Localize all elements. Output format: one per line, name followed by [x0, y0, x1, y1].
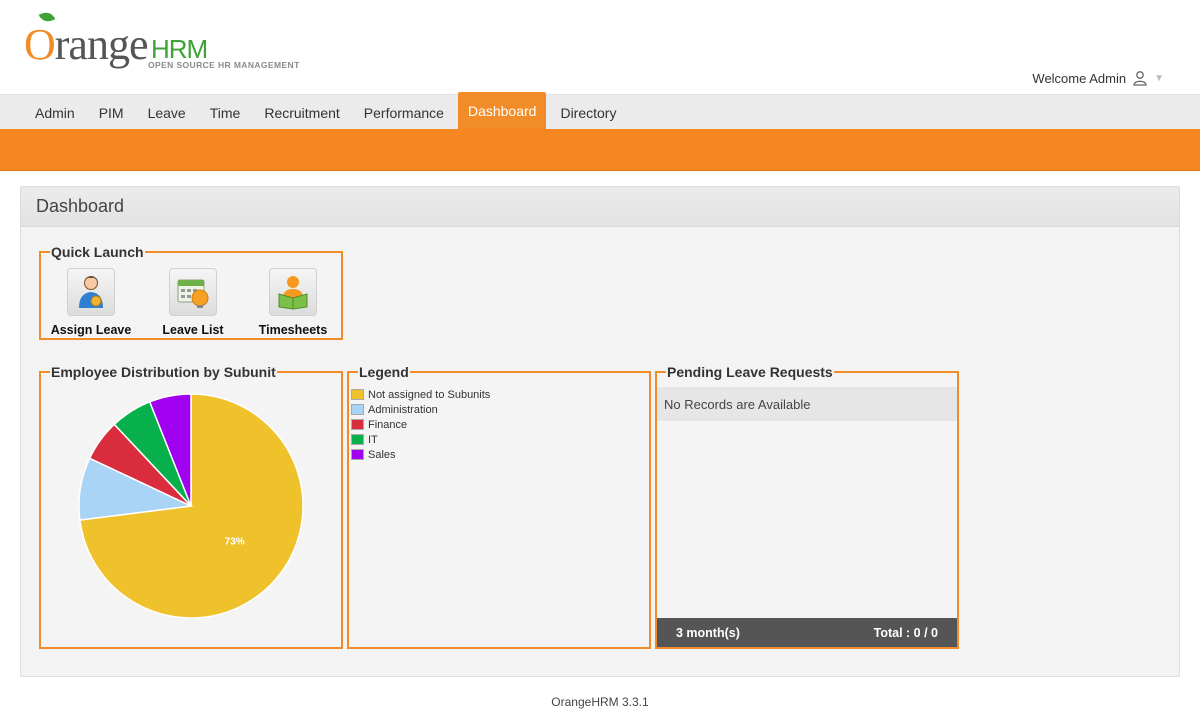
menu-performance[interactable]: Performance: [352, 95, 456, 130]
legend-label: Administration: [368, 403, 438, 416]
page-title: Dashboard: [21, 187, 1179, 227]
user-icon[interactable]: [1132, 70, 1148, 86]
legend-label: Sales: [368, 448, 396, 461]
pending-leave-title: Pending Leave Requests: [667, 364, 833, 380]
legend-item: IT: [351, 432, 490, 447]
legend-label: Not assigned to Subunits: [368, 388, 491, 401]
logo-wordmark: Orange: [24, 20, 148, 69]
menu-pim[interactable]: PIM: [87, 95, 136, 130]
legend-label: IT: [368, 433, 378, 446]
menu-time[interactable]: Time: [198, 95, 253, 130]
pending-total: Total : 0 / 0: [873, 625, 938, 640]
pending-period: 3 month(s): [676, 625, 740, 640]
chevron-down-icon[interactable]: ▼: [1154, 73, 1164, 84]
quick-launch-assign-leave[interactable]: Assign Leave: [43, 268, 139, 337]
legend-swatch: [351, 419, 364, 430]
menu-admin[interactable]: Admin: [23, 95, 87, 130]
legend-swatch: [351, 434, 364, 445]
legend-item: Not assigned to Subunits: [351, 387, 490, 402]
dashboard-box: Dashboard Quick Launch Assign Leave Leav…: [20, 186, 1180, 677]
orangehrm-logo[interactable]: Orange HRM OPEN SOURCE HR MANAGEMENT: [24, 9, 324, 74]
menu-leave[interactable]: Leave: [136, 95, 198, 130]
quick-launch-title: Quick Launch: [51, 244, 144, 260]
pie-data-label: 73%: [225, 537, 245, 548]
legend-item: Administration: [351, 402, 490, 417]
quick-launch-label[interactable]: Assign Leave: [43, 323, 139, 337]
header: Orange HRM OPEN SOURCE HR MANAGEMENT Wel…: [0, 0, 1200, 94]
timesheets-icon[interactable]: [269, 268, 317, 316]
assign-leave-icon[interactable]: [67, 268, 115, 316]
distribution-pie-chart: 73%: [78, 393, 304, 619]
leave-list-icon[interactable]: [169, 268, 217, 316]
legend-swatch: [351, 389, 364, 400]
menu-directory[interactable]: Directory: [548, 95, 628, 130]
main-menu: Admin PIM Leave Time Recruitment Perform…: [0, 92, 1200, 130]
legend-item: Sales: [351, 447, 490, 462]
quick-launch-label[interactable]: Timesheets: [245, 323, 341, 337]
welcome-text[interactable]: Welcome Admin: [1032, 71, 1126, 86]
welcome-menu[interactable]: Welcome Admin ▼: [1032, 70, 1164, 86]
pending-leave-panel: Pending Leave Requests No Records are Av…: [655, 364, 959, 649]
menu-recruitment[interactable]: Recruitment: [252, 95, 351, 130]
quick-launch-panel: Quick Launch Assign Leave Leave List Tim…: [39, 244, 343, 340]
legend-list: Not assigned to Subunits Administration …: [351, 387, 490, 462]
legend-panel: Legend Not assigned to Subunits Administ…: [347, 364, 651, 649]
legend-swatch: [351, 404, 364, 415]
legend-swatch: [351, 449, 364, 460]
menu-dashboard[interactable]: Dashboard: [457, 92, 547, 130]
logo-tagline: OPEN SOURCE HR MANAGEMENT: [148, 60, 300, 70]
quick-launch-label[interactable]: Leave List: [145, 323, 241, 337]
distribution-title: Employee Distribution by Subunit: [51, 364, 276, 380]
footer-version: OrangeHRM 3.3.1: [551, 695, 649, 709]
employee-distribution-panel: Employee Distribution by Subunit 73%: [39, 364, 343, 649]
quick-launch-timesheets[interactable]: Timesheets: [245, 268, 341, 337]
no-records-message: No Records are Available: [657, 387, 957, 421]
legend-title: Legend: [359, 364, 409, 380]
legend-label: Finance: [368, 418, 408, 431]
submenu-bar: [0, 129, 1200, 171]
pending-footer: 3 month(s) Total : 0 / 0: [657, 618, 957, 647]
quick-launch-leave-list[interactable]: Leave List: [145, 268, 241, 337]
legend-item: Finance: [351, 417, 490, 432]
